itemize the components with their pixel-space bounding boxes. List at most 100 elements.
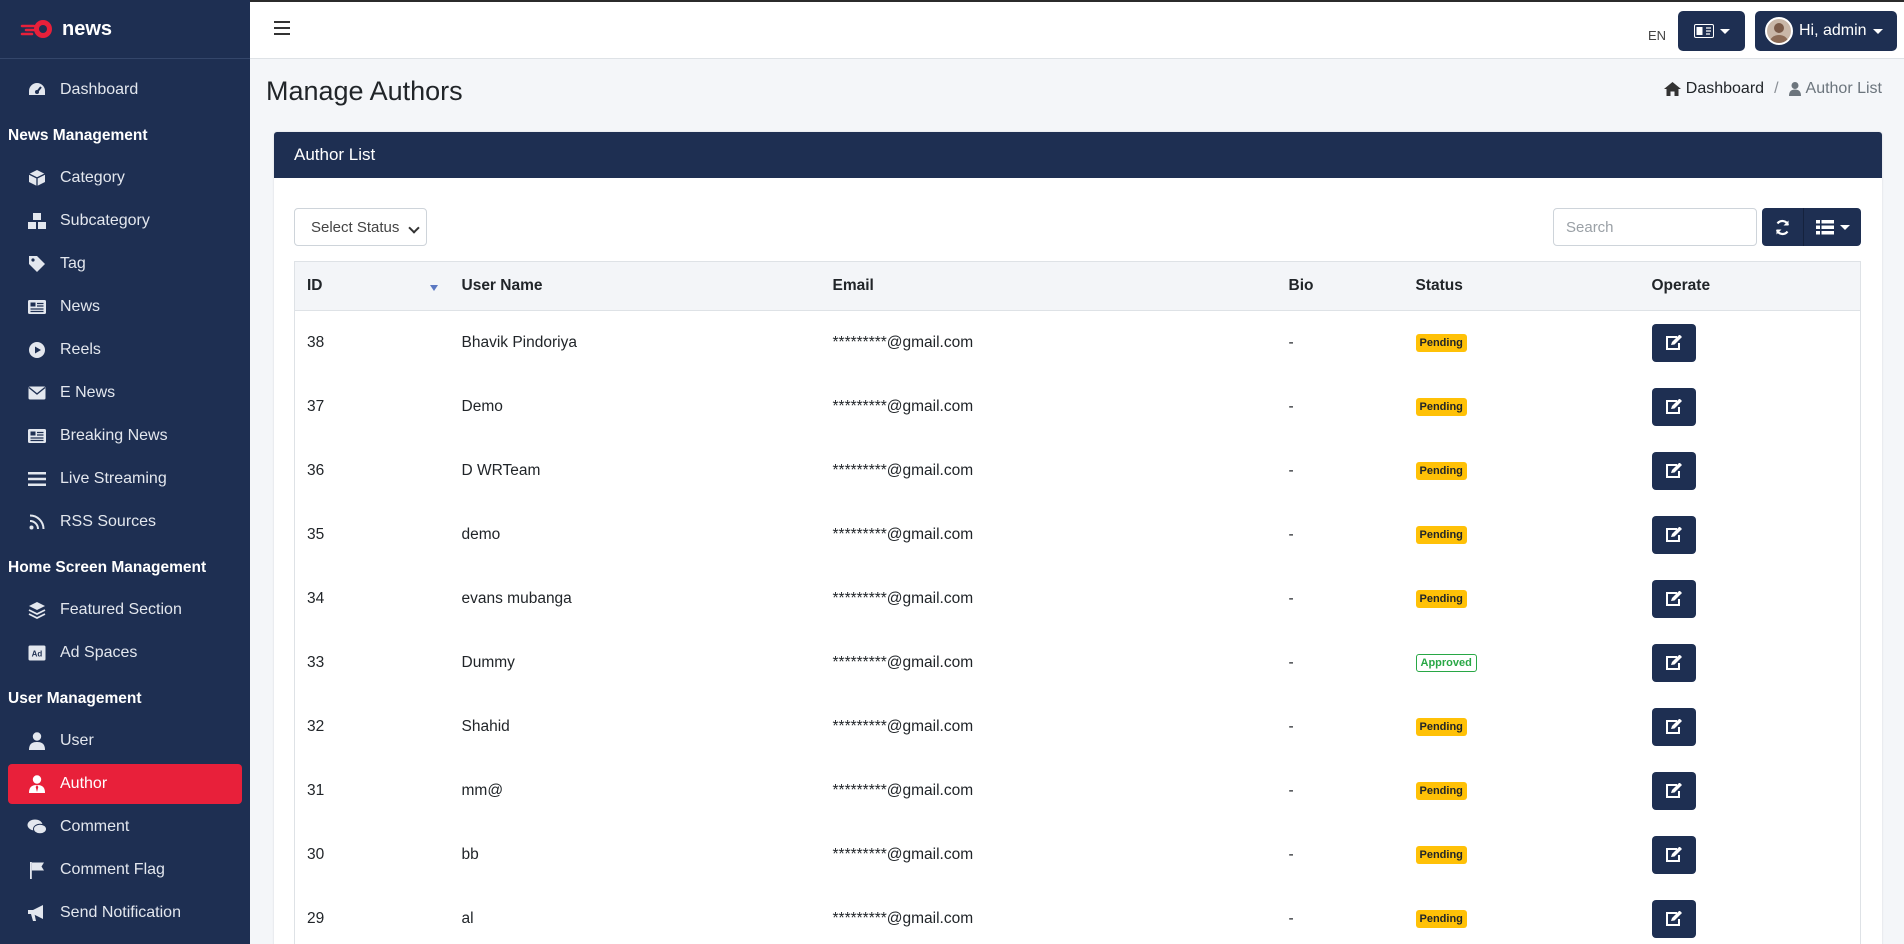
breadcrumb-current-label: Author List [1805,80,1882,97]
author-status-cell: Pending [1404,311,1640,375]
operate-cell [1639,758,1861,823]
sidebar-item-news[interactable]: News [8,287,242,327]
sidebar-item-tag[interactable]: Tag [8,244,242,284]
edit-button[interactable] [1651,323,1696,362]
authors-table: ID User Name Email Bio Status Operate 38… [294,261,1861,944]
edit-button[interactable] [1651,707,1696,746]
newspaper-icon [26,298,48,316]
author-status-cell: Approved [1404,631,1640,695]
brand[interactable]: news [0,0,250,59]
sidebar-item-label: E News [60,384,116,401]
sidebar-item-reels[interactable]: Reels [8,330,242,370]
author-name: bb [461,845,479,863]
list-icon [1815,219,1834,234]
edit-button[interactable] [1651,579,1696,618]
breadcrumb-dashboard-link[interactable]: Dashboard [1663,80,1764,98]
table-row: 37 Demo *********@gmail.com - Pending [294,374,1861,439]
column-header-email: Email [820,261,1277,311]
sidebar-item-dashboard[interactable]: Dashboard [8,70,242,110]
author-bio: - [1288,845,1294,863]
table-toolbar [1762,208,1861,246]
search-input[interactable] [1553,208,1757,246]
author-id: 36 [294,438,450,503]
author-email: *********@gmail.com [832,781,974,799]
author-bio: - [1288,781,1294,799]
edit-button[interactable] [1651,835,1696,874]
authors-table-wrapper: ID User Name Email Bio Status Operate 38… [294,261,1861,944]
operate-cell [1639,438,1861,503]
table-body: 38 Bhavik Pindoriya *********@gmail.com - Pe… [294,310,1861,944]
author-status-cell: Pending [1404,567,1640,631]
edit-icon [1665,782,1682,798]
sidebar-item-ad-spaces[interactable]: Ad Ad Spaces [8,633,242,673]
author-name: Shahid [461,717,510,735]
author-name: Bhavik Pindoriya [461,333,577,351]
author-status-cell: Pending [1404,375,1640,439]
sidebar-item-rss-sources[interactable]: RSS Sources [8,502,242,542]
sidebar-item-user[interactable]: User [8,721,242,761]
author-email: *********@gmail.com [832,909,974,927]
table-header-row: ID User Name Email Bio Status Operate [294,261,1861,311]
tag-icon [26,255,48,273]
sidebar-item-category[interactable]: Category [8,158,242,198]
column-header-bio: Bio [1276,261,1404,311]
layers-icon [26,601,48,619]
author-email: *********@gmail.com [832,525,974,543]
column-header-status: Status [1403,261,1640,311]
author-list-card: Author List Select Status Search ID User… [274,132,1882,944]
logo-icon [20,20,52,38]
edit-button[interactable] [1651,771,1696,810]
hamburger-menu-icon[interactable] [274,21,290,35]
edit-button[interactable] [1651,899,1696,938]
sidebar-item-comment-flag[interactable]: Comment Flag [8,850,242,890]
author-id: 30 [294,822,450,887]
sidebar-item-send-notification[interactable]: Send Notification [8,893,242,933]
sidebar-item-label: Subcategory [60,212,150,229]
author-id: 38 [294,310,450,375]
sidebar-item-subcategory[interactable]: Subcategory [8,201,242,241]
edit-button[interactable] [1651,515,1696,554]
author-bio: - [1288,717,1294,735]
status-badge: Pending [1415,398,1467,416]
sidebar-item-label: Category [60,169,125,186]
top-navbar: EN Hi, admin [250,0,1904,59]
author-bio: - [1288,397,1294,415]
refresh-button[interactable] [1762,208,1804,246]
edit-icon [1665,846,1682,862]
table-row: 36 D WRTeam *********@gmail.com - Pending [294,438,1861,503]
sidebar-section-header: News Management [8,127,148,144]
sidebar-item-e-news[interactable]: E News [8,373,242,413]
author-name: demo [461,525,501,543]
chevron-down-icon [408,222,420,234]
language-dropdown-button[interactable] [1678,11,1745,51]
envelope-icon [26,384,48,402]
operate-cell [1639,886,1861,944]
user-menu-button[interactable]: Hi, admin [1755,11,1897,51]
sidebar-item-author[interactable]: Author [8,764,242,804]
author-id: 35 [294,502,450,567]
edit-icon [1665,398,1682,414]
author-email: *********@gmail.com [832,653,974,671]
sidebar-item-label: Reels [60,341,101,358]
author-name: mm@ [461,781,504,799]
sidebar-item-live-streaming[interactable]: Live Streaming [8,459,242,499]
edit-button[interactable] [1651,451,1696,490]
author-status-cell: Pending [1404,759,1640,823]
sidebar-item-label: Send Notification [60,904,181,921]
comments-icon [26,818,48,836]
sidebar-item-breaking-news[interactable]: Breaking News [8,416,242,456]
sidebar-item-featured-section[interactable]: Featured Section [8,590,242,630]
sidebar-item-comment[interactable]: Comment [8,807,242,847]
status-filter-select[interactable]: Select Status [294,208,427,246]
columns-toggle-button[interactable] [1804,208,1861,246]
author-name: D WRTeam [461,461,541,479]
edit-button[interactable] [1651,387,1696,426]
column-header-id[interactable]: ID [294,261,450,311]
author-email: *********@gmail.com [832,461,974,479]
edit-button[interactable] [1651,643,1696,682]
operate-cell [1639,630,1861,695]
sidebar: news Dashboard News Management Category Sub… [0,0,250,944]
table-row: 33 Dummy *********@gmail.com - Approved [294,630,1861,695]
author-status-cell: Pending [1404,439,1640,503]
author-name: Dummy [461,653,515,671]
